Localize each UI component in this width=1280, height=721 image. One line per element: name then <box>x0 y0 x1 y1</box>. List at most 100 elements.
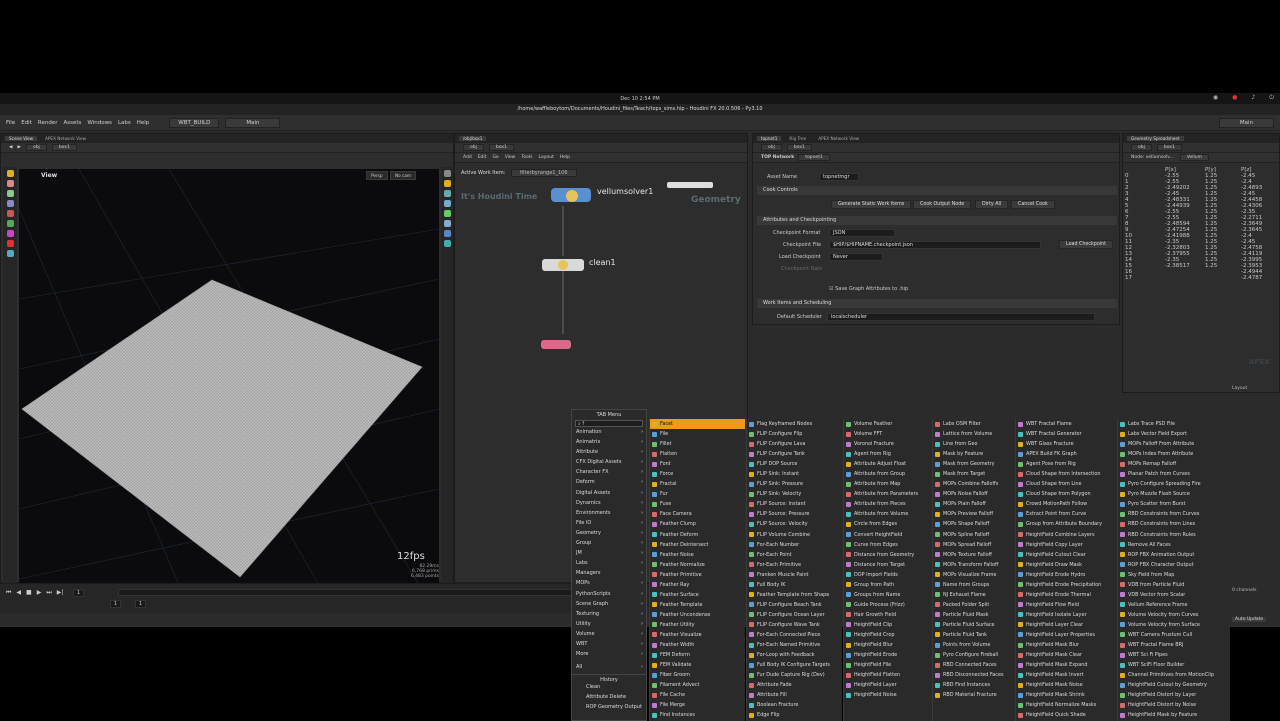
work-items-section[interactable]: Work Items and Scheduling <box>757 299 1117 308</box>
tab-menu-result-item[interactable]: FEM Deform <box>650 650 745 660</box>
tab-menu-result-item[interactable]: RBD Disconnected Faces <box>933 670 1016 680</box>
history-item[interactable]: Attribute Delete <box>572 694 646 704</box>
snap-icon[interactable] <box>443 230 451 237</box>
tab-menu-result-item[interactable]: Mask by Feature <box>933 449 1016 459</box>
tab-menu-result-item[interactable]: HeightField Cutout by Geometry <box>1118 680 1230 690</box>
tab-menu-result-item[interactable]: Fuse <box>650 499 745 509</box>
tab-menu-result-item[interactable]: Face Camera <box>650 509 745 519</box>
checkpoint-file-field[interactable]: $HIP/$HIPNAME.checkpoint.json <box>829 241 1041 249</box>
tab-menu-result-item[interactable]: Pyro Scatter from Burst <box>1118 499 1230 509</box>
tab-apex-network-view-2[interactable]: APEX Network View <box>814 136 863 141</box>
tab-menu-result-item[interactable]: HeightField Mask Expand <box>1016 660 1118 670</box>
tab-menu-result-item[interactable]: Mask from Geometry <box>933 459 1016 469</box>
tab-menu-result-item[interactable]: Hair Growth Field <box>844 610 933 620</box>
tab-menu-result-item[interactable]: HeightField File <box>844 660 933 670</box>
tab-menu-result-item[interactable]: Force <box>650 469 745 479</box>
tab-menu-category[interactable]: Geometry › <box>572 530 646 540</box>
history-item[interactable]: Clean <box>572 684 646 694</box>
tab-menu-result-item[interactable]: Group from Attribute Boundary <box>1016 519 1118 529</box>
network-icon[interactable]: ◉ <box>1213 94 1218 102</box>
tab-menu-result-item[interactable]: Feather Uncondense <box>650 610 745 620</box>
tab-menu-result-item[interactable]: Agent from Rig <box>844 449 933 459</box>
tab-menu-result-item[interactable]: ROP FBX Character Output <box>1118 560 1230 570</box>
tab-rig-tree[interactable]: Rig Tree <box>785 136 810 141</box>
tab-menu-result-item[interactable]: APEX Build FK Graph <box>1016 449 1118 459</box>
tab-menu-result-item[interactable]: Edge Flip <box>747 710 842 720</box>
tab-menu-result-item[interactable]: HeightField Noise <box>844 690 933 700</box>
tab-geometry-spreadsheet[interactable]: Geometry Spreadsheet <box>1127 136 1184 141</box>
tab-menu-result-item[interactable]: HeightField Layer Clear <box>1016 620 1118 630</box>
volume-icon[interactable]: ♪ <box>1251 94 1255 102</box>
tab-scene-view[interactable]: Scene View <box>5 136 38 141</box>
load-checkpoint-select[interactable]: Never <box>829 253 883 261</box>
tab-menu-all[interactable]: All › <box>572 664 646 674</box>
tab-menu-result-item[interactable]: MOPs Noise Falloff <box>933 489 1016 499</box>
tab-menu-result-item[interactable]: Pyro Configure Spreading Fire <box>1118 479 1230 489</box>
normals-icon[interactable] <box>443 220 451 227</box>
tab-menu-result-item[interactable]: Agent Pose from Rig <box>1016 459 1118 469</box>
handle-tool-icon[interactable] <box>6 210 14 217</box>
node-vellumsolver1[interactable]: vellumsolver1 <box>597 187 653 196</box>
spreadsheet-view-select[interactable]: Vellum <box>1179 154 1210 161</box>
tab-menu-result-item[interactable]: Particle Fluid Tank <box>933 630 1016 640</box>
jump-start-icon[interactable]: ⏮ <box>6 589 11 597</box>
tab-menu-result-item[interactable]: Attribute from Parameters <box>844 489 933 499</box>
tab-menu-result-item[interactable]: Extract Point from Curve <box>1016 509 1118 519</box>
tab-menu-result-item[interactable]: Flatten <box>650 449 745 459</box>
tab-menu-result-item[interactable]: Distance from Target <box>844 560 933 570</box>
scale-tool-icon[interactable] <box>6 200 14 207</box>
tab-menu-result-item[interactable]: Particle Fluid Mask <box>933 610 1016 620</box>
tab-menu-result-item[interactable]: Crowd MotionPath Follow <box>1016 499 1118 509</box>
tab-menu-result-item[interactable]: File <box>650 429 745 439</box>
tab-menu-result-item[interactable]: For-Each Point <box>747 550 842 560</box>
history-item[interactable]: ROP Geometry Output <box>572 704 646 714</box>
tab-menu-result-item[interactable]: RBD Constraints from Curves <box>1118 509 1230 519</box>
attributes-section[interactable]: Attributes and Checkpointing <box>757 216 1117 225</box>
tab-menu-category[interactable]: Managers › <box>572 570 646 580</box>
tab-menu-result-item[interactable]: Cloud Shape from Intersection <box>1016 469 1118 479</box>
tab-menu-result-item[interactable]: HeightField Clip <box>844 620 933 630</box>
tab-menu-result-item[interactable]: MOPs Preview Falloff <box>933 509 1016 519</box>
tab-menu-result-item[interactable]: HeightField Mask Blur <box>1016 640 1118 650</box>
network-name-field[interactable]: topnet1 <box>798 154 830 161</box>
tab-menu-result-item[interactable]: Attribute Fill <box>747 690 842 700</box>
tab-menu-result-item[interactable]: Attribute from Group <box>844 469 933 479</box>
tab-menu-result-item[interactable]: Feather Deform <box>650 530 745 540</box>
wireframe-icon[interactable] <box>443 200 451 207</box>
step-back-icon[interactable]: ◀ <box>16 589 21 597</box>
tab-menu-result-item[interactable]: Find Instances <box>650 710 745 720</box>
step-forward-icon[interactable]: ▶| <box>57 589 64 597</box>
tab-menu-result-item[interactable]: MOPs Remap Falloff <box>1118 459 1230 469</box>
tab-menu-result-item[interactable]: HeightField Flow Field <box>1016 600 1118 610</box>
tab-menu-result-item[interactable]: Filament Advect <box>650 680 745 690</box>
tab-menu-result-item[interactable]: Attribute Adjust Float <box>844 459 933 469</box>
node-clean1[interactable]: clean1 <box>589 258 616 267</box>
tab-menu-result-item[interactable]: Circle from Edges <box>844 519 933 529</box>
tab-menu-result-item[interactable]: Attribute Fade <box>747 680 842 690</box>
tab-menu-result-item[interactable]: FLIP Configure Wave Tank <box>747 620 842 630</box>
tab-menu-result-item[interactable]: FLIP Configure Tank <box>747 449 842 459</box>
menu-help[interactable]: Help <box>137 120 150 126</box>
tab-menu-result-item[interactable]: FLIP DOP Source <box>747 459 842 469</box>
tab-menu-result-item[interactable]: Pyro Configure Fireball <box>933 650 1016 660</box>
tab-menu-result-item[interactable]: HeightField Normalize Masks <box>1016 700 1118 710</box>
tab-menu-result-item[interactable]: Labs OSM Filter <box>933 419 1016 429</box>
pose-tool-icon[interactable] <box>6 220 14 227</box>
tab-menu-result-item[interactable]: WBT Fractal Generator <box>1016 429 1118 439</box>
tab-menu-result-item[interactable]: Voronoi Fracture <box>844 439 933 449</box>
tab-menu-result-item[interactable]: FLIP Source: Instant <box>747 499 842 509</box>
tab-menu-result-item[interactable]: HeightField Mask Invert <box>1016 670 1118 680</box>
tab-menu-result-item[interactable]: MOPs Texture Falloff <box>933 550 1016 560</box>
tab-menu-result-item[interactable]: HeightField Draw Mask <box>1016 560 1118 570</box>
auto-update-button[interactable]: Auto Update <box>1232 617 1267 622</box>
tab-menu-result-item[interactable]: MOPs Index From Attribute <box>1118 449 1230 459</box>
tab-menu-result-item[interactable]: Feather Deintersect <box>650 540 745 550</box>
tab-menu-result-item[interactable]: Flag Keyframed Nodes <box>747 419 842 429</box>
tab-menu-result-item[interactable]: Fillet <box>650 439 745 449</box>
tab-menu-result-item[interactable]: FLIP Sink: Instant <box>747 469 842 479</box>
tab-menu-result-item[interactable]: Feather Width <box>650 640 745 650</box>
menu-assets[interactable]: Assets <box>63 120 81 126</box>
asset-name-field[interactable]: topnetmgr <box>819 173 859 181</box>
tab-menu-result-item[interactable]: WBT Sci Fi Pipes <box>1118 650 1230 660</box>
power-icon[interactable]: ⏻ <box>1269 94 1274 102</box>
